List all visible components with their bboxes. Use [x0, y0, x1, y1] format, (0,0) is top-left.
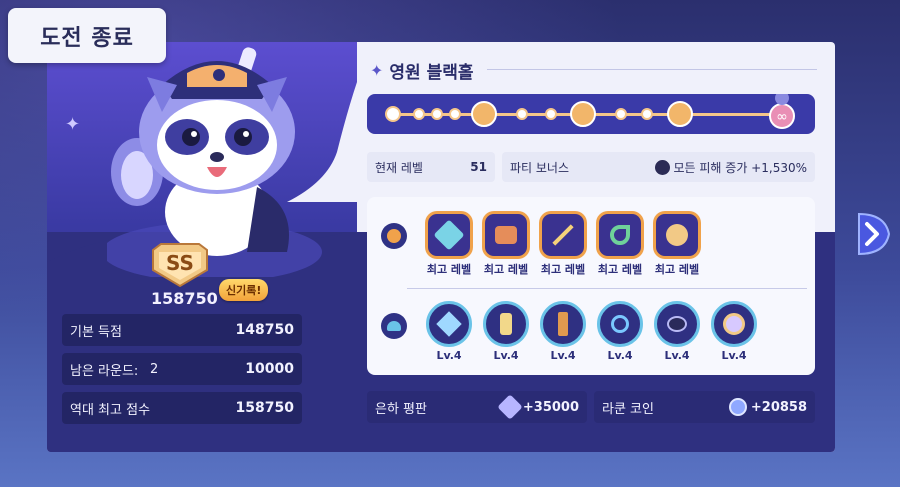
- sparkle-icon: ✦: [370, 61, 384, 80]
- party-bonus-label: 파티 보너스: [510, 160, 570, 175]
- stage-name: 영원 블랙홀: [389, 63, 474, 83]
- item-max-3[interactable]: 최고 레벨: [538, 211, 588, 277]
- item-lv-5[interactable]: Lv.4: [652, 301, 702, 362]
- sparkle-icon: ✦: [65, 114, 81, 135]
- item-max-4[interactable]: 최고 레벨: [595, 211, 645, 277]
- new-record-badge: 신기록!: [219, 279, 269, 301]
- item-lv-4[interactable]: Lv.4: [595, 301, 645, 362]
- start-node-icon: [385, 106, 401, 122]
- reward-label: 은하 평판: [375, 401, 427, 417]
- title-tag: 도전 종료: [8, 8, 166, 63]
- stat-label: 남은 라운드:: [70, 363, 139, 379]
- chain-icon: [597, 301, 643, 347]
- item-label: Lv.4: [493, 349, 519, 362]
- stat-label: 기본 득점: [70, 324, 122, 340]
- orb-icon: [381, 223, 407, 249]
- item-label: Lv.4: [664, 349, 690, 362]
- current-level-label: 현재 레벨: [375, 160, 423, 175]
- reward-coin: 라쿤 코인 +20858: [594, 391, 815, 423]
- divider: [407, 288, 807, 289]
- divider: [487, 69, 817, 70]
- boss-node-icon: [570, 101, 596, 127]
- progress-node: [516, 108, 528, 120]
- stat-remaining-rounds: 남은 라운드: 2 10000: [62, 353, 302, 385]
- current-level: 현재 레벨 51: [367, 152, 495, 182]
- reward-reputation: 은하 평판 +35000: [367, 391, 587, 423]
- item-max-5[interactable]: 최고 레벨: [652, 211, 702, 277]
- coin-icon: [728, 398, 747, 416]
- result-card: ✦ SS 158750 신기록! 기본 득점 148750 남은 라운드: 2 …: [47, 42, 835, 452]
- page-title: 도전 종료: [40, 25, 134, 51]
- item-max-1[interactable]: 최고 레벨: [424, 211, 474, 277]
- item-label: 최고 레벨: [654, 263, 700, 276]
- cap-icon: [381, 313, 407, 339]
- player-marker-icon: [775, 94, 789, 105]
- rank-label: SS: [166, 251, 194, 275]
- total-score: 158750: [151, 289, 218, 308]
- scroll-icon: [483, 301, 529, 347]
- pet-icon: [654, 301, 700, 347]
- stat-value: 10000: [245, 361, 294, 377]
- reward-value: +20858: [750, 399, 807, 415]
- progress-node: [431, 108, 443, 120]
- progress-node: [641, 108, 653, 120]
- item-label: 최고 레벨: [426, 263, 472, 276]
- hammer-icon: [428, 214, 470, 256]
- item-label: Lv.4: [607, 349, 633, 362]
- current-level-value: 51: [470, 160, 487, 174]
- stat-value: 158750: [235, 400, 294, 416]
- item-lv-3[interactable]: Lv.4: [538, 301, 588, 362]
- reward-label: 라쿤 코인: [602, 401, 654, 417]
- stat-value: 148750: [235, 322, 294, 338]
- progress-node: [413, 108, 425, 120]
- progress-nodes: ∞: [385, 94, 795, 129]
- progress-node: [615, 108, 627, 120]
- reward-value: +35000: [522, 399, 579, 415]
- party-bonus-value: 모든 피해 증가 +1,530%: [673, 160, 808, 175]
- item-label: Lv.4: [721, 349, 747, 362]
- stat-sub: 2: [150, 361, 159, 377]
- galaxy-icon: [497, 394, 523, 420]
- boss-node-icon: [667, 101, 693, 127]
- item-lv-2[interactable]: Lv.4: [481, 301, 531, 362]
- stage-title: ✦ 영원 블랙홀: [370, 58, 474, 83]
- item-label: Lv.4: [550, 349, 576, 362]
- item-lv-6[interactable]: Lv.4: [709, 301, 759, 362]
- crossbow-icon: [542, 214, 584, 256]
- item-label: 최고 레벨: [483, 263, 529, 276]
- item-max-2[interactable]: 최고 레벨: [481, 211, 531, 277]
- raccoon-character: [107, 47, 322, 277]
- stat-label: 역대 최고 점수: [70, 402, 151, 418]
- clock-icon: [711, 301, 757, 347]
- shield-icon: [656, 214, 698, 256]
- progress-node: [449, 108, 461, 120]
- item-label: Lv.4: [436, 349, 462, 362]
- sword-icon: [654, 159, 670, 175]
- party-bonus: 파티 보너스 모든 피해 증가 +1,530%: [502, 152, 815, 182]
- next-button[interactable]: [855, 210, 891, 258]
- stat-base-score: 기본 득점 148750: [62, 314, 302, 346]
- crystal-icon: [426, 301, 472, 347]
- items-panel: 최고 레벨 최고 레벨 최고 레벨 최고 레벨 최고 레벨 Lv.4 Lv.4: [367, 197, 815, 375]
- item-label: 최고 레벨: [540, 263, 586, 276]
- boots-icon: [485, 214, 527, 256]
- progress-node: [545, 108, 557, 120]
- quiver-icon: [540, 301, 586, 347]
- svg-text:∞: ∞: [776, 109, 788, 125]
- stat-best-score: 역대 최고 점수 158750: [62, 392, 302, 424]
- boss-node-icon: [471, 101, 497, 127]
- item-label: 최고 레벨: [597, 263, 643, 276]
- scythe-icon: [599, 214, 641, 256]
- item-lv-1[interactable]: Lv.4: [424, 301, 474, 362]
- stage-progress: ∞: [367, 94, 815, 134]
